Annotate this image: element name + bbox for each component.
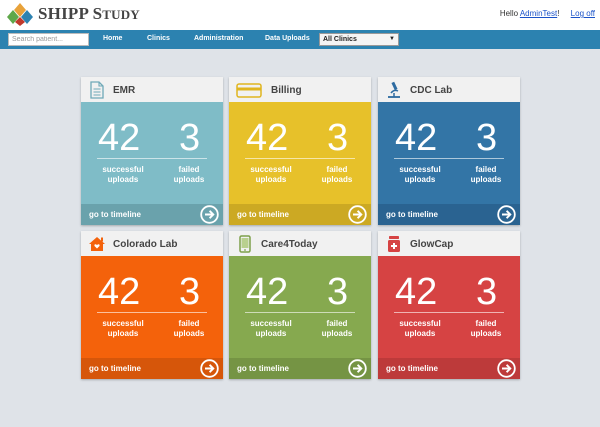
arrow-right-icon[interactable] [497,359,516,378]
nav-clinics[interactable]: Clinics [147,35,170,42]
nav-administration[interactable]: Administration [194,35,243,42]
microscope-icon [388,81,400,98]
card-header: GlowCap [378,231,520,256]
go-to-timeline-link[interactable]: go to timeline [81,358,223,379]
failed-count: 3 [327,117,349,159]
successful-label: successful uploads [102,165,144,184]
timeline-label: go to timeline [89,364,141,373]
document-icon [90,81,104,99]
card-header: Colorado Lab [81,231,223,256]
search-input[interactable] [8,33,89,46]
shipp-logo-icon [7,3,33,26]
failed-count: 3 [476,117,498,159]
successful-count: 42 [246,117,289,159]
clinic-card-billing: Billing 42 3 successful uploads failed u… [229,77,371,225]
failed-label: failed uploads [173,165,205,184]
successful-count: 42 [395,117,438,159]
divider [97,312,207,313]
successful-count: 42 [98,271,141,313]
timeline-label: go to timeline [89,210,141,219]
user-area: Hello AdminTest! Log off [499,9,595,18]
pill-bottle-icon [388,236,400,252]
divider [394,312,504,313]
card-title: CDC Lab [410,85,453,96]
card-body: 42 3 successful uploads failed uploads [81,256,223,358]
card-body: 42 3 successful uploads failed uploads [229,102,371,204]
successful-label: successful uploads [250,319,292,338]
arrow-right-icon[interactable] [497,205,516,224]
go-to-timeline-link[interactable]: go to timeline [229,358,371,379]
logoff-link[interactable]: Log off [571,9,595,18]
card-title: Colorado Lab [113,239,178,250]
failed-label: failed uploads [470,165,502,184]
go-to-timeline-link[interactable]: go to timeline [378,358,520,379]
successful-label: successful uploads [250,165,292,184]
arrow-right-icon[interactable] [200,359,219,378]
successful-count: 42 [395,271,438,313]
go-to-timeline-link[interactable]: go to timeline [81,204,223,225]
clinic-card-emr: EMR 42 3 successful uploads failed uploa… [81,77,223,225]
successful-label: successful uploads [399,165,441,184]
credit-card-icon [236,83,262,98]
card-header: Care4Today [229,231,371,256]
card-body: 42 3 successful uploads failed uploads [378,102,520,204]
card-body: 42 3 successful uploads failed uploads [229,256,371,358]
timeline-label: go to timeline [237,364,289,373]
clinic-filter-select[interactable]: All Clinics ▼ [319,33,399,46]
arrow-right-icon[interactable] [200,205,219,224]
card-header: EMR [81,77,223,102]
go-to-timeline-link[interactable]: go to timeline [229,204,371,225]
successful-count: 42 [98,117,141,159]
arrow-right-icon[interactable] [348,359,367,378]
failed-label: failed uploads [470,319,502,338]
house-icon [89,237,105,251]
card-title: GlowCap [410,239,454,250]
card-body: 42 3 successful uploads failed uploads [81,102,223,204]
clinic-card-cdc-lab: CDC Lab 42 3 successful uploads failed u… [378,77,520,225]
chevron-down-icon: ▼ [389,36,395,42]
failed-count: 3 [476,271,498,313]
successful-count: 42 [246,271,289,313]
username-link[interactable]: AdminTest [520,9,557,18]
card-body: 42 3 successful uploads failed uploads [378,256,520,358]
timeline-label: go to timeline [386,210,438,219]
go-to-timeline-link[interactable]: go to timeline [378,204,520,225]
divider [97,158,207,159]
divider [245,158,355,159]
app-header: SHIPP STUDY Hello AdminTest! Log off [0,0,600,30]
nav-data-uploads[interactable]: Data Uploads [265,35,310,42]
nav-home[interactable]: Home [103,35,122,42]
successful-label: successful uploads [102,319,144,338]
phone-icon [239,235,251,253]
failed-label: failed uploads [173,319,205,338]
card-title: EMR [113,85,136,96]
card-header: CDC Lab [378,77,520,102]
clinic-card-care4today: Care4Today 42 3 successful uploads faile… [229,231,371,379]
successful-label: successful uploads [399,319,441,338]
card-title: Care4Today [261,239,318,250]
failed-count: 3 [327,271,349,313]
brand-name: SHIPP STUDY [38,4,140,23]
divider [245,312,355,313]
clinic-card-glowcap: GlowCap 42 3 successful uploads failed u… [378,231,520,379]
timeline-label: go to timeline [237,210,289,219]
nav-bar: Home Clinics Administration Data Uploads… [0,30,600,49]
failed-count: 3 [179,117,201,159]
failed-label: failed uploads [321,165,353,184]
card-header: Billing [229,77,371,102]
card-title: Billing [271,85,302,96]
clinic-card-colorado-lab: Colorado Lab 42 3 successful uploads fai… [81,231,223,379]
arrow-right-icon[interactable] [348,205,367,224]
failed-count: 3 [179,271,201,313]
timeline-label: go to timeline [386,364,438,373]
divider [394,158,504,159]
failed-label: failed uploads [321,319,353,338]
